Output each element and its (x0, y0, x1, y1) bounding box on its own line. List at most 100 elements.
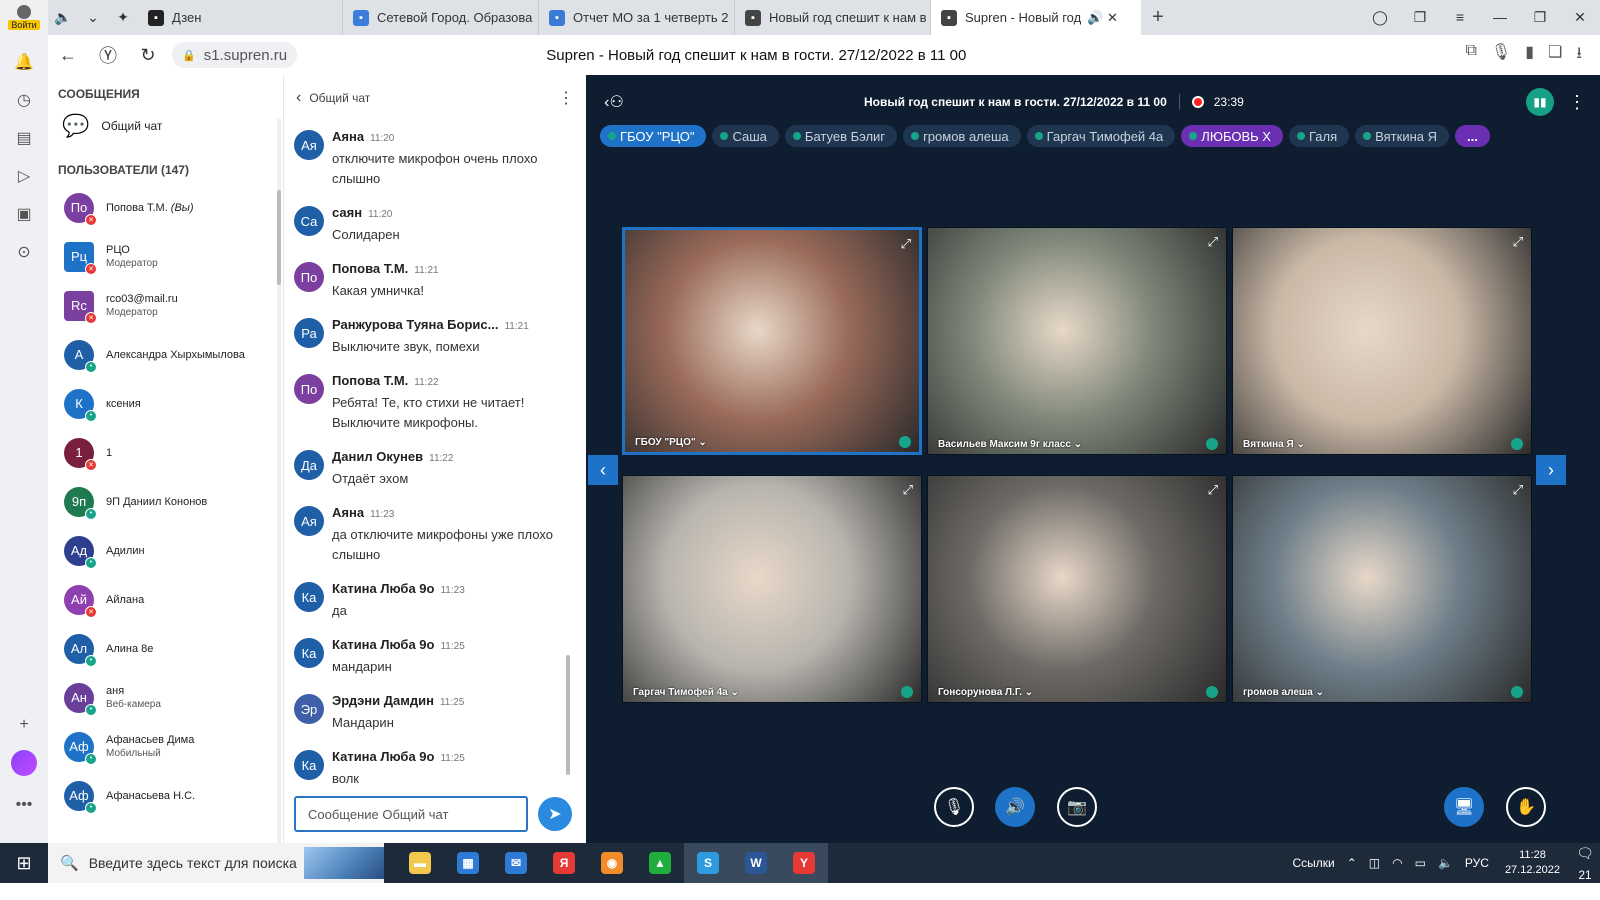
taskbar-app[interactable]: ▬ (396, 843, 444, 883)
user-list-item[interactable]: Аф • Афанасьева Н.С. (48, 771, 283, 820)
alice-icon[interactable] (11, 750, 37, 776)
users-scrollbar[interactable] (277, 118, 281, 843)
clock[interactable]: 11:28 27.12.2022 (1505, 848, 1560, 878)
browser-tab[interactable]: ▪ Отчет МО за 1 четверть 2 (539, 0, 735, 35)
bookmark-icon[interactable]: ▮ (1525, 42, 1534, 69)
fullscreen-icon[interactable]: ⤢ (903, 482, 913, 498)
tab-audio-icon[interactable]: 🔊 ✕ (1087, 10, 1118, 26)
zen-icon[interactable]: ✦ (108, 6, 138, 30)
user-list-item[interactable]: Ал • Алина 8е (48, 624, 283, 673)
video-tile[interactable]: ⤢ Вяткина Я ⌄ (1232, 227, 1532, 455)
user-list-item[interactable]: Ан • аня Веб-камера (48, 673, 283, 722)
battery-icon[interactable]: ▭ (1415, 856, 1426, 870)
user-list-item[interactable]: По ✕ Попова Т.М. (Вы) (48, 183, 283, 232)
participant-chip[interactable]: Вяткина Я (1355, 125, 1449, 147)
collections-icon[interactable]: ▤ (10, 124, 38, 152)
user-list-item[interactable]: А • Александра Хырхымылова (48, 330, 283, 379)
user-toggle-icon[interactable]: ‹⚇ (594, 92, 634, 112)
browser-tab[interactable]: ▪ Новый год спешит к нам в (735, 0, 931, 35)
close-icon[interactable]: ✕ (1560, 9, 1600, 26)
raise-hand-button[interactable]: ✋ (1506, 787, 1546, 827)
participant-chip[interactable]: Гаргач Тимофей 4а (1026, 125, 1176, 147)
screen-share-button[interactable]: 🖥 (1444, 787, 1484, 827)
mic-icon[interactable]: 🎙 (1491, 42, 1511, 69)
video-tile[interactable]: ⤢ Гонсорунова Л.Г. ⌄ (927, 475, 1227, 703)
taskbar-search[interactable]: 🔍 Введите здесь текст для поиска (48, 843, 384, 883)
windows-start-icon[interactable]: ⊞ (0, 853, 48, 874)
participant-chip[interactable]: Саша (712, 125, 779, 147)
reload-icon[interactable]: ↻ (128, 45, 168, 66)
tab-audio-icon[interactable]: 🔈 (48, 6, 78, 30)
taskbar-app[interactable]: ▦ (444, 843, 492, 883)
speaker-button[interactable]: 🔊 (995, 787, 1035, 827)
browser-tab[interactable]: ▪ Сетевой Город. Образова (343, 0, 539, 35)
bookmarks-icon[interactable]: ❐ (1400, 9, 1440, 26)
send-button[interactable]: ➤ (538, 797, 572, 831)
tray-chevron-icon[interactable]: ⌃ (1347, 856, 1357, 870)
message-input[interactable]: Сообщение Общий чат (294, 796, 528, 832)
fullscreen-icon[interactable]: ⤢ (1513, 234, 1523, 250)
messages-scrollbar[interactable] (566, 130, 570, 775)
general-chat-item[interactable]: 💬 Общий чат (48, 107, 283, 145)
collection-icon[interactable]: ❏ (1548, 42, 1562, 69)
network-icon[interactable]: ◫ (1369, 856, 1380, 870)
chevron-down-icon[interactable]: ⌄ (78, 6, 108, 30)
minimize-icon[interactable]: — (1480, 9, 1520, 26)
video-tile[interactable]: ⤢ Васильев Максим 9г класс ⌄ (927, 227, 1227, 455)
kebab-menu-icon[interactable]: ⋮ (1568, 92, 1586, 113)
more-participants-button[interactable]: ... (1455, 125, 1490, 147)
chevron-right-icon[interactable]: › (1536, 455, 1566, 485)
chevron-left-icon[interactable]: ‹ (296, 89, 301, 107)
back-icon[interactable]: ← (48, 45, 88, 66)
language-indicator[interactable]: РУС (1465, 856, 1489, 870)
video-tile[interactable]: ⤢ громов алеша ⌄ (1232, 475, 1532, 703)
url-field[interactable]: 🔒 s1.supren.ru (172, 42, 298, 68)
video-tile[interactable]: ⤢ Гаргач Тимофей 4а ⌄ (622, 475, 922, 703)
extensions-icon[interactable]: ⧉ (1465, 42, 1476, 69)
bell-icon[interactable]: 🔔 (10, 48, 38, 76)
wifi-icon[interactable]: ◠ (1392, 856, 1402, 870)
mic-off-button[interactable]: 🎙 (934, 787, 974, 827)
taskbar-app[interactable]: ✉ (492, 843, 540, 883)
taskbar-app[interactable]: Y (780, 843, 828, 883)
links-label[interactable]: Ссылки (1292, 856, 1334, 870)
signal-icon[interactable]: ▮▮ (1526, 88, 1554, 116)
profile-button[interactable]: Войти (0, 0, 48, 35)
add-icon[interactable]: + (10, 711, 38, 739)
account-icon[interactable]: ◯ (1360, 9, 1400, 26)
video-tile[interactable]: ⤢ ГБОУ "РЦО" ⌄ (622, 227, 922, 455)
volume-icon[interactable]: 🔈 (1438, 856, 1453, 870)
user-list-item[interactable]: Аф • Афанасьев Дима Мобильный (48, 722, 283, 771)
browser-tab[interactable]: ▪ Дзен (138, 0, 343, 35)
participant-chip[interactable]: Батуев Бэлиг (784, 125, 898, 147)
history-icon[interactable]: ◷ (10, 86, 38, 114)
browser-tab[interactable]: ▪ Supren - Новый год 🔊 ✕ (931, 0, 1141, 35)
taskbar-app[interactable]: S (684, 843, 732, 883)
camera-off-button[interactable]: 📷 (1057, 787, 1097, 827)
user-list-item[interactable]: Рц ✕ РЦО Модератор (48, 232, 283, 281)
user-list-item[interactable]: 1 ✕ 1 (48, 428, 283, 477)
notifications-icon[interactable]: 🗨21 (1570, 845, 1600, 882)
user-list-item[interactable]: К • ксения (48, 379, 283, 428)
user-list-item[interactable]: Rc ✕ rco03@mail.ru Модератор (48, 281, 283, 330)
fullscreen-icon[interactable]: ⤢ (1208, 482, 1218, 498)
chevron-left-icon[interactable]: ‹ (588, 455, 618, 485)
maximize-icon[interactable]: ❐ (1520, 9, 1560, 26)
participant-chip[interactable]: громов алеша (903, 125, 1021, 147)
kebab-menu-icon[interactable]: ⋮ (558, 88, 574, 108)
fullscreen-icon[interactable]: ⤢ (901, 236, 911, 252)
new-tab-button[interactable]: + (1141, 6, 1175, 29)
fullscreen-icon[interactable]: ⤢ (1208, 234, 1218, 250)
user-list-item[interactable]: 9п • 9П Даниил Кононов (48, 477, 283, 526)
taskbar-app[interactable]: W (732, 843, 780, 883)
notes-icon[interactable]: ▣ (10, 200, 38, 228)
participant-chip[interactable]: ЛЮБОВЬ Х (1181, 125, 1283, 147)
taskbar-app[interactable]: ▲ (636, 843, 684, 883)
user-list-item[interactable]: Ад • Адилин (48, 526, 283, 575)
yandex-icon[interactable]: Ⓨ (88, 42, 128, 68)
play-icon[interactable]: ▷ (10, 162, 38, 190)
download-icon[interactable]: ⭳ (1576, 42, 1582, 69)
taskbar-app[interactable]: Я (540, 843, 588, 883)
user-list-item[interactable]: Ай ✕ Айлана (48, 575, 283, 624)
more-icon[interactable]: ••• (10, 791, 38, 819)
